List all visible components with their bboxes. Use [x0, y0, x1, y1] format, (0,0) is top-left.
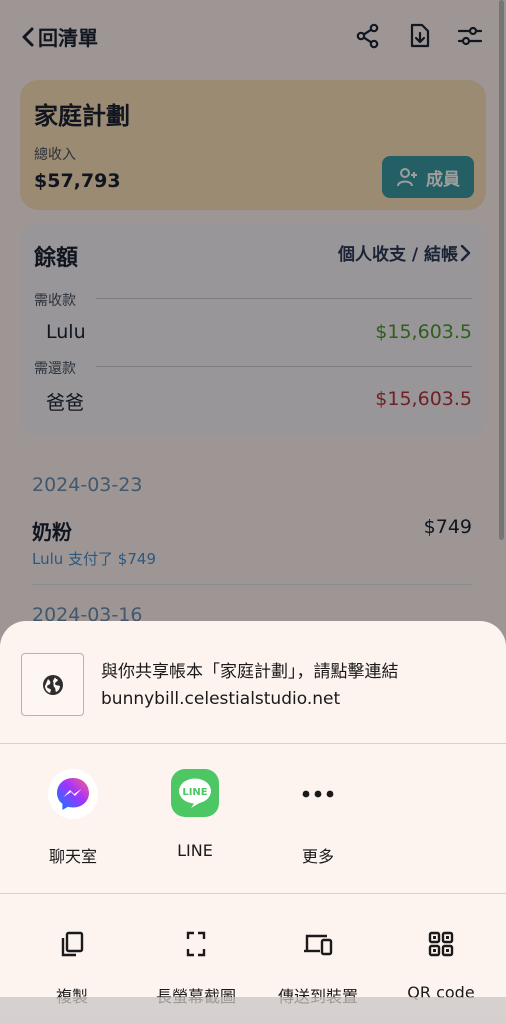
action-qr-code[interactable]: QR code — [381, 929, 501, 1002]
share-url: bunnybill.celestialstudio.net — [101, 689, 341, 709]
link-preview-thumbnail — [21, 653, 84, 716]
messenger-icon — [48, 769, 98, 819]
divider — [0, 893, 506, 894]
share-target-label: 聊天室 — [48, 847, 97, 866]
line-icon: LINE — [171, 769, 219, 817]
svg-text:LINE: LINE — [182, 787, 207, 798]
share-target-line[interactable]: LINE LINE — [145, 769, 245, 860]
share-sheet: 與你共享帳本「家庭計劃」，請點擊連結 bunnybill.celestialst… — [0, 621, 506, 1024]
copy-icon — [57, 929, 87, 959]
long-screenshot-icon — [181, 929, 211, 959]
qr-code-icon — [426, 929, 456, 959]
share-message: 與你共享帳本「家庭計劃」，請點擊連結 — [101, 662, 399, 682]
send-to-device-icon — [303, 929, 333, 959]
action-send-to-device[interactable]: 傳送到裝置 — [258, 929, 378, 1007]
system-nav-bar — [0, 997, 506, 1024]
share-target-label: 更多 — [301, 847, 334, 866]
action-long-screenshot[interactable]: 長螢幕截圖 — [136, 929, 256, 1007]
more-dots-icon — [293, 769, 343, 819]
share-target-label: LINE — [177, 841, 213, 860]
globe-icon — [42, 674, 63, 695]
share-target-messenger[interactable]: 聊天室 — [23, 769, 123, 867]
action-copy[interactable]: 複製 — [12, 929, 132, 1007]
divider — [0, 743, 506, 744]
share-target-more[interactable]: 更多 — [268, 769, 368, 867]
